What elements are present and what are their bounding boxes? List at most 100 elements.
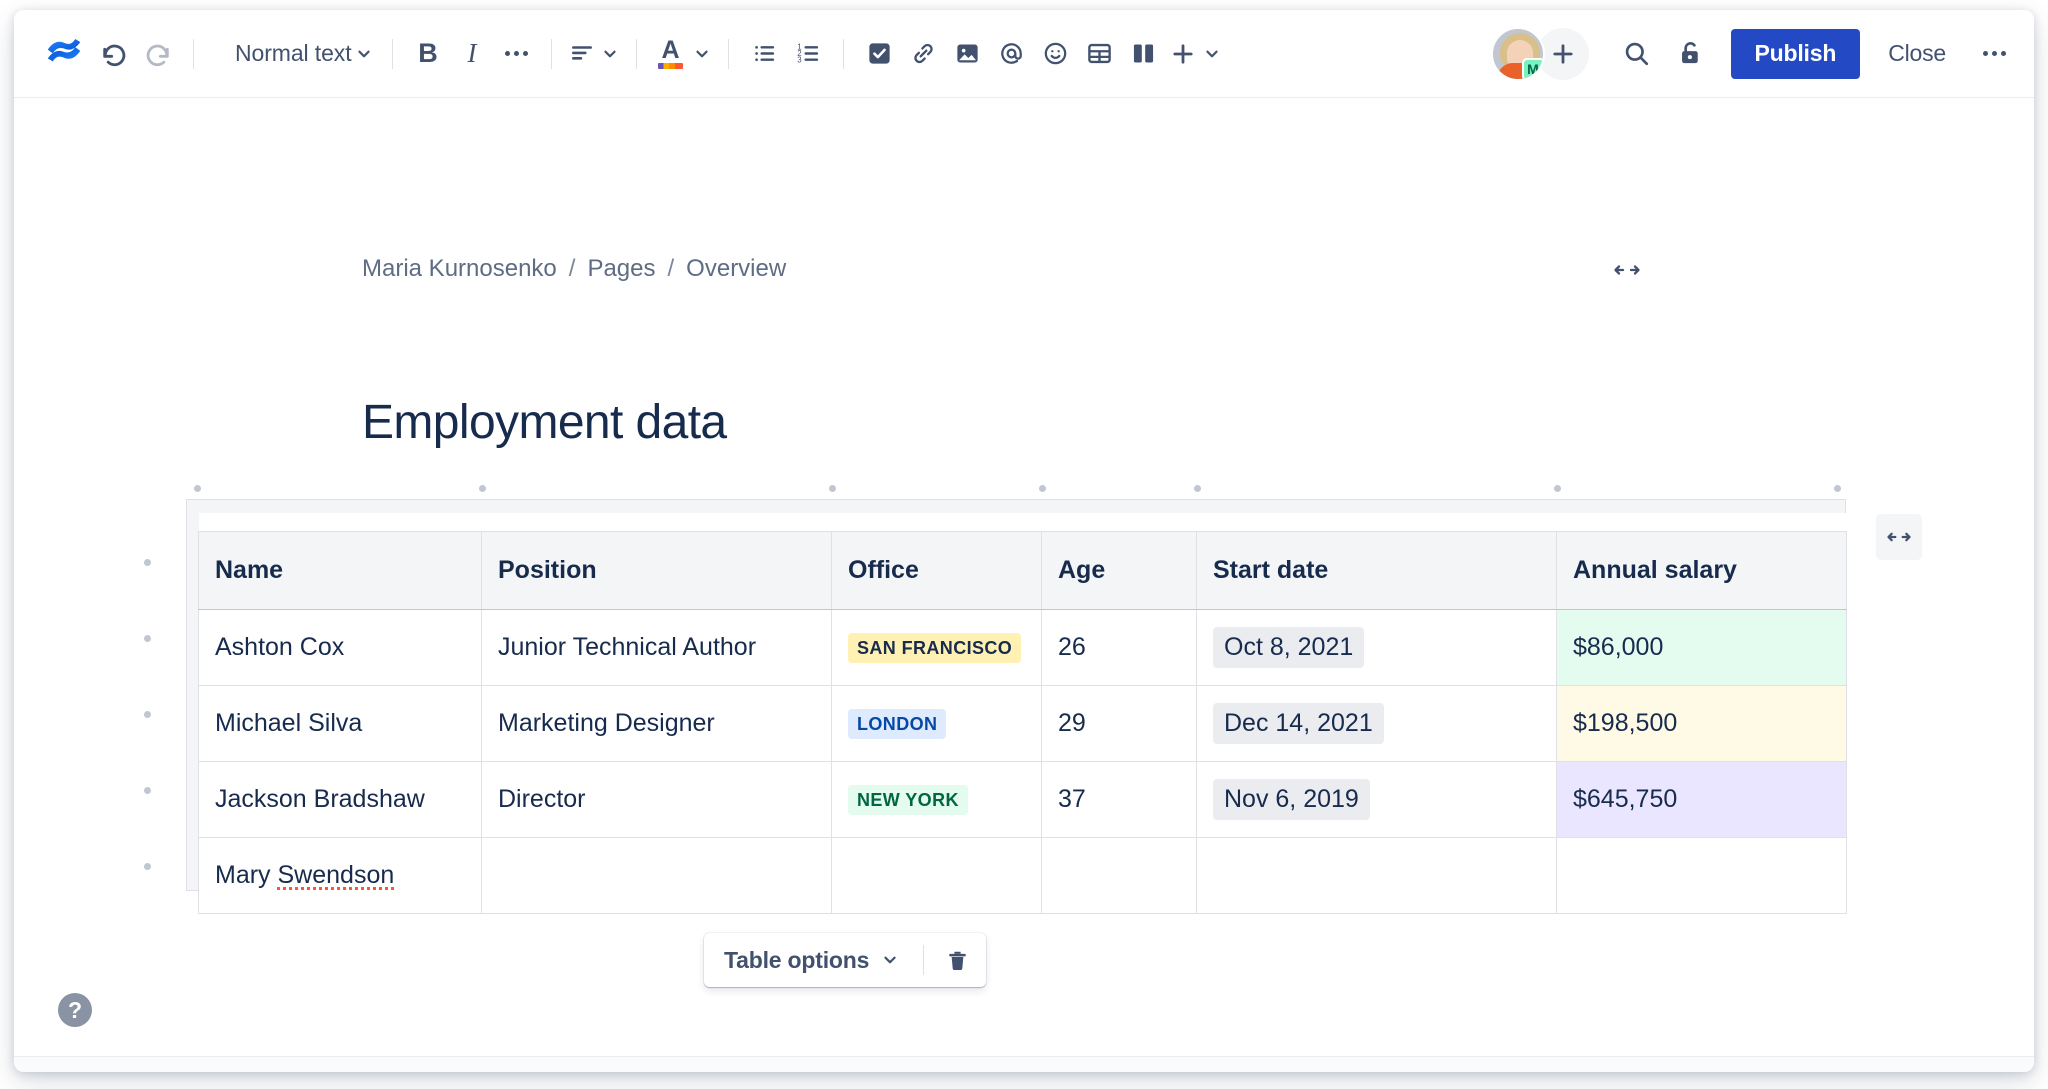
more-actions-button[interactable] [1972, 32, 2016, 76]
table-row[interactable]: Jackson Bradshaw Director NEW YORK 37 No… [199, 762, 1847, 838]
cell-name[interactable]: Ashton Cox [199, 610, 482, 686]
undo-button[interactable] [92, 32, 136, 76]
cell-annual-salary[interactable]: $645,750 [1557, 762, 1847, 838]
date-chip[interactable]: Nov 6, 2019 [1213, 779, 1370, 820]
confluence-logo[interactable] [36, 32, 92, 76]
breadcrumb-item-overview[interactable]: Overview [686, 255, 786, 283]
cell-start-date[interactable]: Nov 6, 2019 [1197, 762, 1557, 838]
column-header-age[interactable]: Age [1042, 532, 1197, 610]
cell-position[interactable] [482, 838, 832, 914]
delete-table-button[interactable] [936, 939, 978, 981]
row-resize-handle[interactable] [144, 787, 151, 794]
task-list-button[interactable] [857, 32, 901, 76]
column-resize-handle[interactable] [1554, 485, 1561, 492]
column-resize-handle[interactable] [1834, 485, 1841, 492]
cell-annual-salary[interactable]: $198,500 [1557, 686, 1847, 762]
cell-office[interactable] [832, 838, 1042, 914]
column-resize-handle[interactable] [194, 485, 201, 492]
table-row[interactable]: Ashton Cox Junior Technical Author SAN F… [199, 610, 1847, 686]
row-resize-handle[interactable] [144, 863, 151, 870]
columns-layout-icon [1130, 40, 1157, 67]
emoji-smiley-icon [1042, 40, 1069, 67]
block-type-dropdown[interactable]: Normal text [225, 32, 379, 76]
table-container: Name Position Office Age Start date Annu… [186, 481, 1847, 914]
plus-icon [1169, 40, 1197, 68]
text-align-button[interactable] [565, 32, 623, 76]
office-badge: NEW YORK [848, 785, 968, 816]
publish-button[interactable]: Publish [1731, 29, 1861, 79]
insert-table-button[interactable] [1077, 32, 1121, 76]
bullet-list-icon [751, 40, 778, 67]
table-row[interactable]: Michael Silva Marketing Designer LONDON … [199, 686, 1847, 762]
column-resize-handle[interactable] [829, 485, 836, 492]
search-button[interactable] [1615, 32, 1659, 76]
row-resize-handle[interactable] [144, 635, 151, 642]
numbered-list-button[interactable]: 1 2 3 [786, 32, 830, 76]
column-resize-handle[interactable] [1039, 485, 1046, 492]
column-header-name[interactable]: Name [199, 532, 482, 610]
cell-annual-salary[interactable]: $86,000 [1557, 610, 1847, 686]
column-resize-handle[interactable] [1194, 485, 1201, 492]
image-button[interactable] [945, 32, 989, 76]
horizontal-resize-icon [1612, 258, 1642, 282]
cell-office[interactable]: NEW YORK [832, 762, 1042, 838]
column-header-office[interactable]: Office [832, 532, 1042, 610]
date-chip[interactable]: Dec 14, 2021 [1213, 703, 1384, 744]
bullet-list-button[interactable] [742, 32, 786, 76]
layout-button[interactable] [1121, 32, 1165, 76]
more-formatting-button[interactable] [494, 32, 538, 76]
table-width-toggle[interactable] [1876, 514, 1922, 560]
cell-name[interactable]: Mary Swendson [199, 838, 482, 914]
cell-position[interactable]: Junior Technical Author [482, 610, 832, 686]
mention-button[interactable] [989, 32, 1033, 76]
help-button[interactable]: ? [58, 993, 92, 1027]
cell-name[interactable]: Michael Silva [199, 686, 482, 762]
close-button[interactable]: Close [1872, 29, 1962, 79]
cell-annual-salary[interactable] [1557, 838, 1847, 914]
cell-position[interactable]: Director [482, 762, 832, 838]
date-chip[interactable]: Oct 8, 2021 [1213, 627, 1364, 668]
collaborator-avatars: M [1491, 27, 1589, 81]
text-color-a-icon: A [654, 39, 687, 69]
horizontal-resize-icon [1885, 526, 1913, 548]
editor-window: Normal text B I A [14, 10, 2034, 1072]
link-button[interactable] [901, 32, 945, 76]
cell-office[interactable]: SAN FRANCISCO [832, 610, 1042, 686]
cell-age[interactable]: 37 [1042, 762, 1197, 838]
cell-start-date[interactable]: Oct 8, 2021 [1197, 610, 1557, 686]
checkbox-icon [866, 40, 893, 67]
bold-button[interactable]: B [406, 32, 450, 76]
table-row[interactable]: Mary Swendson [199, 838, 1847, 914]
cell-position[interactable]: Marketing Designer [482, 686, 832, 762]
column-header-position[interactable]: Position [482, 532, 832, 610]
cell-age[interactable]: 29 [1042, 686, 1197, 762]
chevron-down-icon [1203, 45, 1221, 63]
cell-start-date[interactable] [1197, 838, 1557, 914]
insert-more-button[interactable] [1165, 32, 1225, 76]
italic-button[interactable]: I [450, 32, 494, 76]
redo-button[interactable] [136, 32, 180, 76]
table-options-dropdown[interactable]: Table options [712, 939, 911, 981]
document-canvas[interactable]: Maria Kurnosenko / Pages / Overview Empl… [14, 98, 2034, 1072]
row-resize-handle[interactable] [144, 711, 151, 718]
cell-name[interactable]: Jackson Bradshaw [199, 762, 482, 838]
column-header-start-date[interactable]: Start date [1197, 532, 1557, 610]
cell-age[interactable]: 26 [1042, 610, 1197, 686]
text-color-button[interactable]: A [650, 32, 715, 76]
page-restrictions-button[interactable] [1669, 32, 1713, 76]
column-header-annual-salary[interactable]: Annual salary [1557, 532, 1847, 610]
ellipsis-icon [1983, 51, 2006, 56]
page-width-toggle[interactable] [1612, 258, 1642, 287]
emoji-button[interactable] [1033, 32, 1077, 76]
cell-office[interactable]: LONDON [832, 686, 1042, 762]
breadcrumb-item-pages[interactable]: Pages [587, 255, 655, 283]
breadcrumb-item-space[interactable]: Maria Kurnosenko [362, 255, 557, 283]
column-resize-handle[interactable] [479, 485, 486, 492]
cell-age[interactable] [1042, 838, 1197, 914]
row-resize-handle[interactable] [144, 559, 151, 566]
avatar[interactable]: M [1491, 27, 1545, 81]
table-header: Name Position Office Age Start date Annu… [199, 532, 1847, 610]
employment-data-table[interactable]: Name Position Office Age Start date Annu… [198, 531, 1847, 914]
page-title[interactable]: Employment data [362, 395, 727, 450]
cell-start-date[interactable]: Dec 14, 2021 [1197, 686, 1557, 762]
